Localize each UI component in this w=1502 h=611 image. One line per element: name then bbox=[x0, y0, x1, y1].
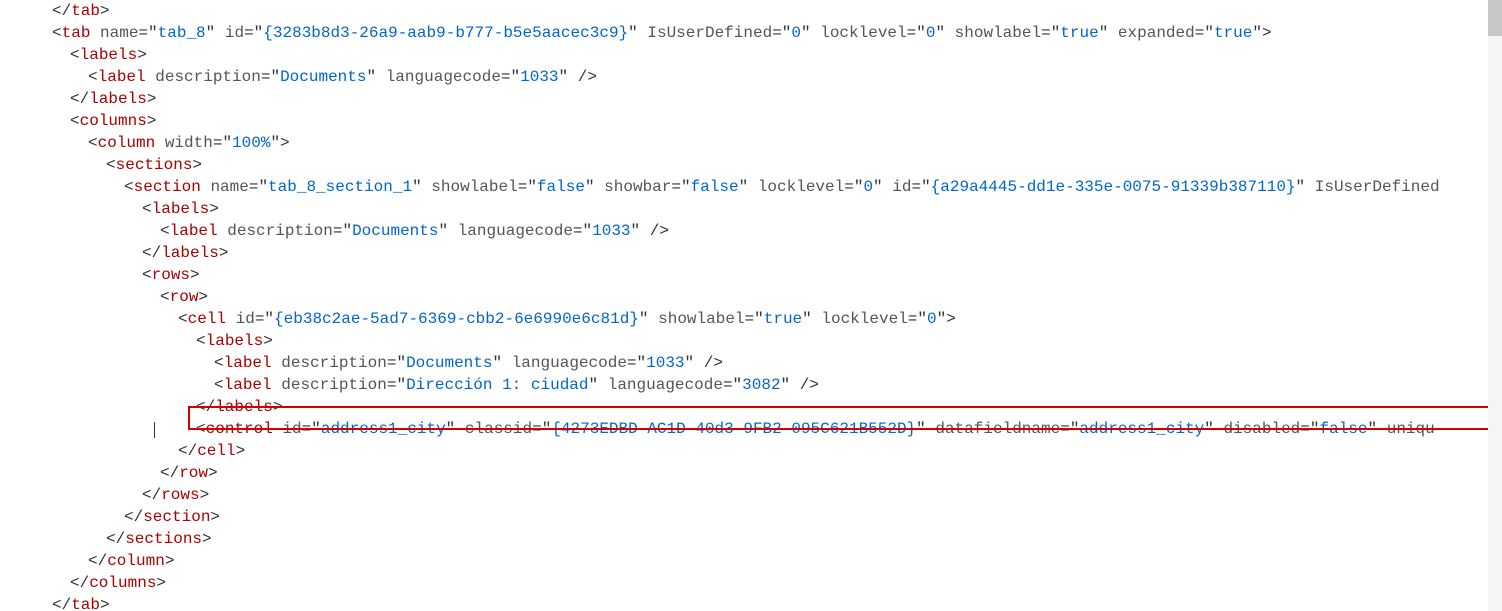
code-line[interactable]: <labels> bbox=[0, 198, 1502, 220]
code-text: <control id="address1_city" classid="{42… bbox=[196, 420, 1435, 438]
text-cursor bbox=[154, 422, 155, 438]
code-line[interactable]: <column width="100%"> bbox=[0, 132, 1502, 154]
code-line[interactable]: </labels> bbox=[0, 396, 1502, 418]
code-line[interactable]: <columns> bbox=[0, 110, 1502, 132]
code-text: </row> bbox=[160, 464, 218, 482]
code-line[interactable]: <label description="Documents" languagec… bbox=[0, 220, 1502, 242]
code-text: <label description="Documents" languagec… bbox=[88, 68, 597, 86]
code-line[interactable]: </section> bbox=[0, 506, 1502, 528]
code-line[interactable]: <label description="Documents" languagec… bbox=[0, 352, 1502, 374]
code-text: <labels> bbox=[70, 46, 147, 64]
code-text: </labels> bbox=[70, 90, 156, 108]
code-text: </tab> bbox=[52, 596, 110, 611]
code-line[interactable]: </tab> bbox=[0, 594, 1502, 611]
code-body[interactable]: </tab> <tab name="tab_8" id="{3283b8d3-26… bbox=[0, 0, 1502, 611]
code-text: <section name="tab_8_section_1" showlabe… bbox=[124, 178, 1440, 196]
code-line[interactable]: </labels> bbox=[0, 242, 1502, 264]
code-line[interactable]: </column> bbox=[0, 550, 1502, 572]
code-text: <sections> bbox=[106, 156, 202, 174]
code-line[interactable]: <control id="address1_city" classid="{42… bbox=[0, 418, 1502, 440]
code-line[interactable]: <sections> bbox=[0, 154, 1502, 176]
code-line[interactable]: <label description="Documents" languagec… bbox=[0, 66, 1502, 88]
code-text: </rows> bbox=[142, 486, 209, 504]
code-text: <label description="Documents" languagec… bbox=[160, 222, 669, 240]
code-text: </columns> bbox=[70, 574, 166, 592]
code-text: </section> bbox=[124, 508, 220, 526]
code-line[interactable]: <row> bbox=[0, 286, 1502, 308]
code-line[interactable]: <label description="Dirección 1: ciudad"… bbox=[0, 374, 1502, 396]
code-text: <labels> bbox=[196, 332, 273, 350]
code-line[interactable]: </cell> bbox=[0, 440, 1502, 462]
code-text: <row> bbox=[160, 288, 208, 306]
code-text: </tab> bbox=[52, 2, 110, 20]
code-line[interactable]: </row> bbox=[0, 462, 1502, 484]
code-text: </labels> bbox=[142, 244, 228, 262]
code-line[interactable]: </columns> bbox=[0, 572, 1502, 594]
code-text: <label description="Dirección 1: ciudad"… bbox=[214, 376, 819, 394]
code-text: </column> bbox=[88, 552, 174, 570]
code-line[interactable]: <section name="tab_8_section_1" showlabe… bbox=[0, 176, 1502, 198]
code-text: <column width="100%"> bbox=[88, 134, 290, 152]
code-line[interactable]: <labels> bbox=[0, 44, 1502, 66]
code-text: <labels> bbox=[142, 200, 219, 218]
code-text: <cell id="{eb38c2ae-5ad7-6369-cbb2-6e699… bbox=[178, 310, 956, 328]
code-line[interactable]: </rows> bbox=[0, 484, 1502, 506]
code-text: </labels> bbox=[196, 398, 282, 416]
code-text: </sections> bbox=[106, 530, 212, 548]
code-line[interactable]: <rows> bbox=[0, 264, 1502, 286]
vertical-scrollbar-thumb[interactable] bbox=[1488, 0, 1502, 36]
code-text: <tab name="tab_8" id="{3283b8d3-26a9-aab… bbox=[52, 24, 1272, 42]
code-text: <columns> bbox=[70, 112, 156, 130]
code-line[interactable]: </labels> bbox=[0, 88, 1502, 110]
code-line[interactable]: </tab> bbox=[0, 0, 1502, 22]
code-text: </cell> bbox=[178, 442, 245, 460]
code-viewer[interactable]: </tab> <tab name="tab_8" id="{3283b8d3-26… bbox=[0, 0, 1502, 611]
code-line[interactable]: <tab name="tab_8" id="{3283b8d3-26a9-aab… bbox=[0, 22, 1502, 44]
code-text: <rows> bbox=[142, 266, 200, 284]
code-line[interactable]: <labels> bbox=[0, 330, 1502, 352]
code-line[interactable]: <cell id="{eb38c2ae-5ad7-6369-cbb2-6e699… bbox=[0, 308, 1502, 330]
code-text: <label description="Documents" languagec… bbox=[214, 354, 723, 372]
vertical-scrollbar-track[interactable] bbox=[1488, 0, 1502, 611]
code-line[interactable]: </sections> bbox=[0, 528, 1502, 550]
